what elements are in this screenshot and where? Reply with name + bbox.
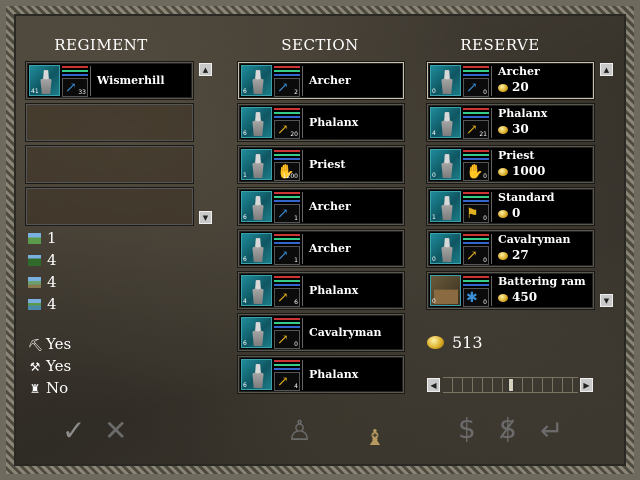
- pickaxe-icon: ⛏: [28, 338, 44, 352]
- unit-name: Wismerhill: [97, 74, 165, 87]
- coin-icon: [498, 210, 508, 218]
- section-unit-card[interactable]: 6 ↗ 0 Cavalryman: [237, 313, 405, 352]
- unit-portrait: 41: [29, 65, 60, 96]
- reserve-scroll-down-button[interactable]: ▼: [600, 294, 613, 307]
- banner-icon: ⚑ 0: [463, 204, 489, 223]
- army-management-screen: REGIMENT SECTION RESERVE 41 ↗ 33 Wismerhi…: [0, 0, 640, 480]
- section-unit-card[interactable]: 6 ↗ 20 Phalanx: [237, 103, 405, 142]
- unit-cost: 30: [498, 122, 529, 136]
- unit-cost: 1000: [498, 164, 545, 178]
- sell-dollar-strike-icon[interactable]: $: [499, 412, 517, 445]
- unit-name: Priest: [498, 149, 535, 162]
- unit-cost: 450: [498, 290, 537, 304]
- spear-icon: ↗ 4: [274, 372, 300, 391]
- regiment-scroll-down-button[interactable]: ▼: [199, 211, 212, 224]
- terrain-stat-plains: 1: [28, 228, 57, 248]
- reserve-title: RESERVE: [460, 36, 540, 54]
- plains-icon: [28, 233, 41, 244]
- unit-stat-bars: [62, 66, 88, 78]
- coin-icon: [498, 84, 508, 92]
- unit-name: Cavalryman: [309, 326, 382, 339]
- regiment-scroll-up-button[interactable]: ▲: [199, 63, 212, 76]
- reserve-unit-card[interactable]: 0 ↗ 0 Archer 20: [426, 61, 595, 100]
- bow-icon: ↗ 1: [274, 204, 300, 223]
- reserve-scroll-up-button[interactable]: ▲: [600, 63, 613, 76]
- terrain-stat-forest: 4: [28, 250, 57, 270]
- forest-icon: [28, 255, 41, 266]
- coin-icon: [498, 252, 508, 260]
- hand-icon: ✋ 1200: [274, 162, 300, 181]
- reserve-unit-card[interactable]: 0 ✱ 0 Battering ram 450: [426, 271, 595, 310]
- slider-right-button[interactable]: ▶: [580, 378, 593, 392]
- unit-name: Phalanx: [309, 368, 359, 381]
- regiment-unit-card[interactable]: 41 ↗ 33 Wismerhill: [25, 61, 194, 100]
- return-arrow-icon[interactable]: ↵: [540, 414, 563, 447]
- reserve-unit-card[interactable]: 1 ⚑ 0 Standard 0: [426, 187, 595, 226]
- cancel-x-icon[interactable]: ✕: [104, 414, 127, 447]
- gold-amount: 513: [452, 333, 483, 352]
- section-title: SECTION: [281, 36, 359, 54]
- coin-icon: [498, 126, 508, 134]
- hills-icon: [28, 277, 41, 288]
- unit-cost: 20: [498, 80, 529, 94]
- unit-cost: 27: [498, 248, 529, 262]
- unit-name: Priest: [309, 158, 346, 171]
- crossed-tools-icon: ⚒: [29, 360, 41, 374]
- reserve-unit-card[interactable]: 0 ✋ 0 Priest 1000: [426, 145, 595, 184]
- bow-icon: ↗ 1: [274, 246, 300, 265]
- water-icon: [28, 299, 41, 310]
- option-row-dig: ⛏ Yes: [28, 335, 72, 353]
- regiment-title: REGIMENT: [54, 36, 148, 54]
- spear-icon: ↗ 33: [62, 78, 88, 97]
- section-unit-card[interactable]: 6 ↗ 1 Archer: [237, 229, 405, 268]
- slider-thumb[interactable]: [507, 378, 514, 392]
- lance-icon: ↗ 0: [463, 246, 489, 265]
- section-unit-card[interactable]: 6 ↗ 2 Archer: [237, 61, 405, 100]
- option-row-tools: ⚒ Yes: [29, 357, 72, 375]
- unit-name: Battering ram: [498, 275, 586, 288]
- regiment-empty-slot[interactable]: [25, 145, 194, 184]
- unit-cost: 0: [498, 206, 520, 220]
- gold-total: 513: [427, 333, 483, 353]
- person-figure-icon[interactable]: ♙: [287, 414, 312, 447]
- section-unit-card[interactable]: 4 ↗ 6 Phalanx: [237, 271, 405, 310]
- terrain-stat-water: 4: [28, 294, 57, 314]
- regiment-empty-slot[interactable]: [25, 187, 194, 226]
- unit-name: Archer: [309, 200, 351, 213]
- coin-icon: [498, 294, 508, 302]
- spear-icon: ↗ 20: [274, 120, 300, 139]
- unit-name: Archer: [498, 65, 540, 78]
- bow-icon: ↗ 0: [463, 78, 489, 97]
- spear-icon: ↗ 6: [274, 288, 300, 307]
- confirm-check-icon[interactable]: ✓: [62, 414, 85, 447]
- gold-coins-icon: [427, 336, 444, 349]
- unit-name: Archer: [309, 74, 351, 87]
- unit-name: Phalanx: [309, 116, 359, 129]
- castle-icon: ♜: [29, 382, 41, 396]
- torch-icon[interactable]: ♝: [365, 426, 385, 451]
- section-unit-card[interactable]: 6 ↗ 4 Phalanx: [237, 355, 405, 394]
- regiment-empty-slot[interactable]: [25, 103, 194, 142]
- reserve-unit-card[interactable]: 0 ↗ 0 Cavalryman 27: [426, 229, 595, 268]
- option-row-siege: ♜ No: [29, 379, 69, 397]
- unit-name: Phalanx: [309, 284, 359, 297]
- bow-icon: ↗ 2: [274, 78, 300, 97]
- unit-name: Archer: [309, 242, 351, 255]
- unit-name: Phalanx: [498, 107, 548, 120]
- section-unit-card[interactable]: 6 ↗ 1 Archer: [237, 187, 405, 226]
- gear-icon: ✱ 0: [463, 288, 489, 307]
- slider-left-button[interactable]: ◀: [427, 378, 440, 392]
- lance-icon: ↗ 0: [274, 330, 300, 349]
- unit-name: Cavalryman: [498, 233, 571, 246]
- terrain-stat-hills: 4: [28, 272, 57, 292]
- spear-icon: ↗ 21: [463, 120, 489, 139]
- section-unit-card[interactable]: 1 ✋ 1200 Priest: [237, 145, 405, 184]
- buy-dollar-icon[interactable]: $: [458, 412, 476, 445]
- reserve-unit-card[interactable]: 4 ↗ 21 Phalanx 30: [426, 103, 595, 142]
- hand-icon: ✋ 0: [463, 162, 489, 181]
- coin-icon: [498, 168, 508, 176]
- unit-name: Standard: [498, 191, 555, 204]
